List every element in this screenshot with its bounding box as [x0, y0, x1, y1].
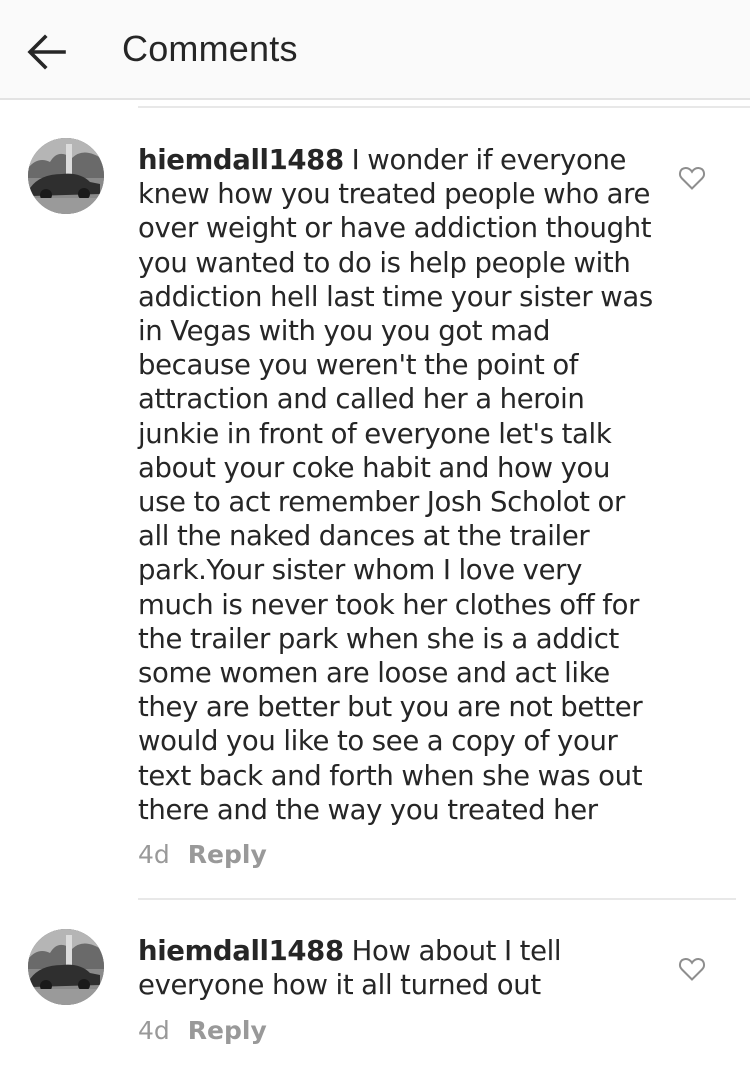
header-bar: Comments	[0, 0, 750, 100]
reply-button[interactable]: Reply	[188, 1016, 267, 1045]
back-button[interactable]	[22, 30, 70, 74]
reply-button[interactable]: Reply	[188, 840, 267, 869]
avatar[interactable]	[28, 929, 104, 1005]
avatar[interactable]	[28, 138, 104, 214]
page-title: Comments	[122, 28, 298, 69]
comment-text: I wonder if everyone knew how you treate…	[138, 144, 653, 826]
divider	[138, 898, 736, 900]
comment-username[interactable]: hiemdall1488	[138, 935, 344, 967]
comment-time: 4d	[138, 1016, 170, 1045]
comment-time: 4d	[138, 840, 170, 869]
comment-meta: 4d Reply	[138, 1016, 267, 1045]
comment-body: hiemdall1488 I wonder if everyone knew h…	[138, 143, 658, 827]
arrow-left-icon	[27, 34, 66, 70]
comment-body: hiemdall1488 How about I tell everyone h…	[138, 934, 658, 1002]
heart-outline-icon[interactable]	[678, 956, 706, 982]
heart-outline-icon[interactable]	[678, 165, 706, 191]
avatar-car-image	[28, 138, 104, 214]
divider	[138, 106, 750, 108]
avatar-car-image	[28, 929, 104, 1005]
comment-username[interactable]: hiemdall1488	[138, 144, 344, 176]
comment-meta: 4d Reply	[138, 840, 267, 869]
